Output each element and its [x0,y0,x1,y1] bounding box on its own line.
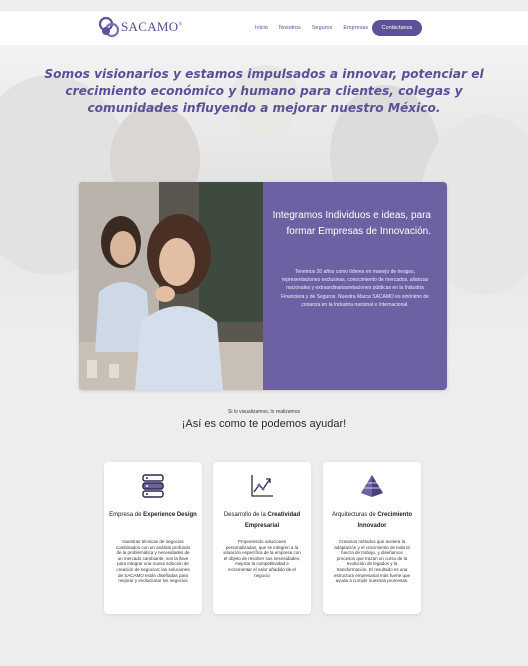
contact-button[interactable]: Contáctanos [372,20,422,36]
section-subtitle: Si lo visualizamos, lo realizamos [228,409,300,415]
nav-inicio[interactable]: Inicio [255,25,268,31]
nav-seguros[interactable]: Seguros [312,25,333,31]
site-header: SACAMO® Inicio Nosotros Seguros Empresas… [0,11,528,45]
section-title: ¡Así es como te podemos ayudar! [181,418,347,430]
sacamo-logo-icon [98,16,120,38]
card-title: Desarrollo de la Creatividad Empresarial [223,512,301,529]
brand-logo[interactable]: SACAMO® [98,16,183,38]
service-card-experience-design[interactable]: Empresa de Experience Design Nuestras té… [104,462,202,614]
card-title: Empresa de Experience Design [109,512,197,518]
card-title: Arquitecturas de Crecimiento Innovador [331,512,413,529]
feature-panel: Integramos Individuos e ideas, para form… [263,182,447,390]
pyramid-icon [361,475,383,497]
service-card-arquitecturas[interactable]: Arquitecturas de Crecimiento Innovador C… [323,462,421,614]
feature-description: Tenemos 20 años como líderes en manejo d… [281,269,429,308]
growth-chart-icon [251,475,273,497]
feature-card: Integramos Individuos e ideas, para form… [79,182,447,390]
nav-nosotros[interactable]: Nosotros [279,25,301,31]
card-body: Proponiendo soluciones personalizadas, q… [223,539,301,578]
nav-empresas[interactable]: Empresas [343,25,368,31]
hero-headline: Somos visionarios y estamos impulsados a… [44,67,484,115]
main-nav: Inicio Nosotros Seguros Empresas [255,11,379,45]
server-stack-icon [142,474,164,498]
feature-heading: Integramos Individuos e ideas, para form… [272,210,431,237]
card-body: Nuestras técnicas de negocios combinados… [115,539,191,584]
card-body: Creamos métodos que acelera la adaptació… [333,539,411,584]
brand-name: SACAMO® [121,19,183,34]
service-card-creatividad[interactable]: Desarrollo de la Creatividad Empresarial… [213,462,311,614]
team-photo [79,182,263,390]
